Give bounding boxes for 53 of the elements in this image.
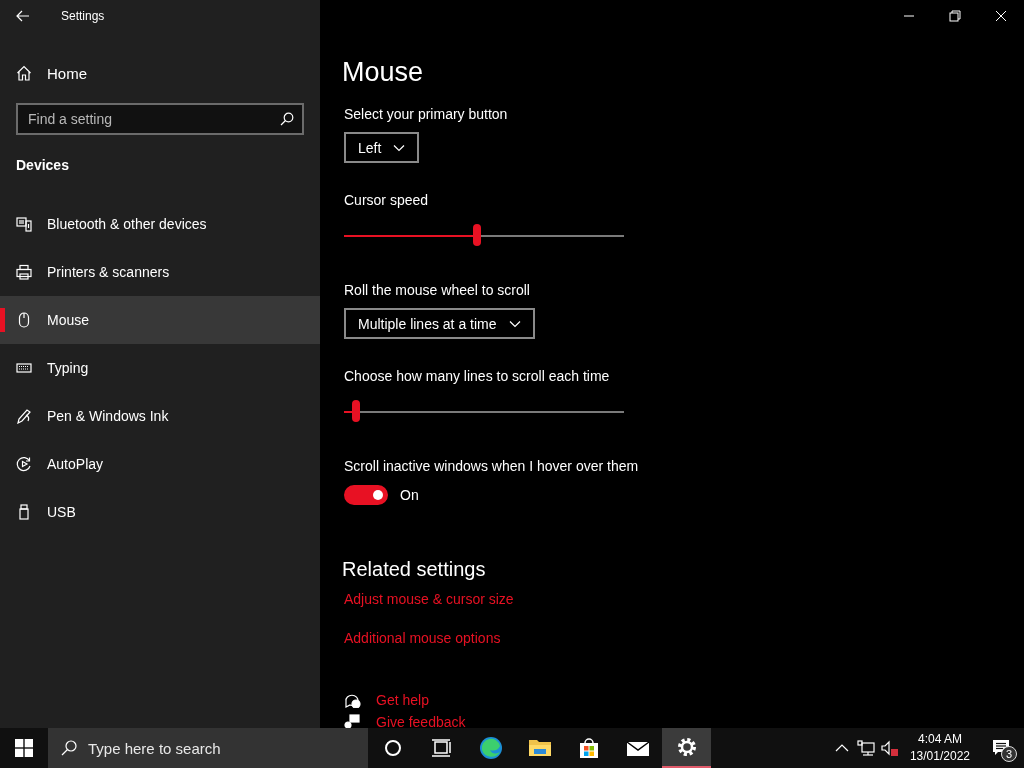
chevron-up-icon[interactable] bbox=[834, 743, 849, 753]
home-icon bbox=[16, 65, 32, 81]
slider-thumb[interactable] bbox=[352, 400, 361, 422]
setting-label: Select your primary button bbox=[344, 105, 508, 124]
settings-icon[interactable] bbox=[662, 728, 711, 768]
nav-item[interactable]: USB bbox=[0, 488, 320, 536]
mouse-icon bbox=[16, 312, 32, 328]
link[interactable]: Give feedback bbox=[376, 712, 466, 728]
link[interactable]: Adjust mouse & cursor size bbox=[344, 589, 514, 609]
notification-count: 3 bbox=[1001, 746, 1017, 762]
link[interactable]: Additional mouse options bbox=[344, 628, 501, 648]
usb-drive-icon bbox=[16, 504, 32, 520]
toggle-switch[interactable] bbox=[344, 485, 388, 505]
search-field[interactable]: Type here to search bbox=[48, 728, 368, 768]
clock[interactable]: 4:04 AM 13/01/2022 bbox=[901, 728, 978, 768]
nav-item[interactable]: Pen & Windows Ink bbox=[0, 392, 320, 440]
nav-item[interactable]: Printers & scanners bbox=[0, 248, 320, 296]
nav-item[interactable]: Typing bbox=[0, 344, 320, 392]
nav-item[interactable]: Bluetooth & other devices bbox=[0, 200, 320, 248]
pen-icon bbox=[16, 408, 32, 424]
setting-label: Choose how many lines to scroll each time bbox=[344, 367, 610, 386]
back-arrow-icon[interactable] bbox=[16, 10, 30, 22]
restore-icon[interactable] bbox=[949, 10, 961, 22]
play-circle-icon bbox=[16, 456, 32, 472]
window-title: Settings bbox=[61, 9, 105, 23]
feedback-icon bbox=[344, 714, 362, 728]
windows-logo-icon[interactable] bbox=[15, 739, 33, 757]
toggle-state: On bbox=[400, 487, 419, 503]
nav-item[interactable]: Mouse bbox=[0, 296, 320, 344]
keyboard-icon bbox=[16, 360, 32, 376]
search-icon bbox=[61, 740, 77, 756]
search-field[interactable]: Find a setting bbox=[16, 103, 304, 135]
muted-speaker-icon[interactable] bbox=[880, 739, 899, 757]
setting-label: Cursor speed bbox=[344, 191, 429, 210]
section-heading: Related settings bbox=[342, 557, 486, 582]
keyboard-device-icon bbox=[16, 216, 32, 232]
link[interactable]: Get help bbox=[376, 690, 429, 710]
page-title: Mouse bbox=[342, 56, 424, 89]
help-bubble-icon bbox=[344, 692, 362, 708]
network-icon[interactable] bbox=[856, 740, 875, 756]
setting-label: Scroll inactive windows when I hover over them bbox=[344, 457, 639, 476]
caret-icon bbox=[508, 319, 521, 328]
slider-thumb[interactable] bbox=[473, 224, 481, 246]
close-icon[interactable] bbox=[995, 10, 1007, 22]
section-heading: Devices bbox=[16, 157, 70, 175]
search-icon[interactable] bbox=[280, 112, 294, 126]
home-link[interactable]: Home bbox=[0, 53, 320, 93]
caret-icon bbox=[393, 143, 406, 152]
nav-item[interactable]: AutoPlay bbox=[0, 440, 320, 488]
setting-label: Roll the mouse wheel to scroll bbox=[344, 281, 530, 300]
printer-icon bbox=[16, 264, 32, 280]
dropdown[interactable]: Multiple lines at a time bbox=[344, 308, 535, 339]
dropdown[interactable]: Left bbox=[344, 132, 420, 163]
